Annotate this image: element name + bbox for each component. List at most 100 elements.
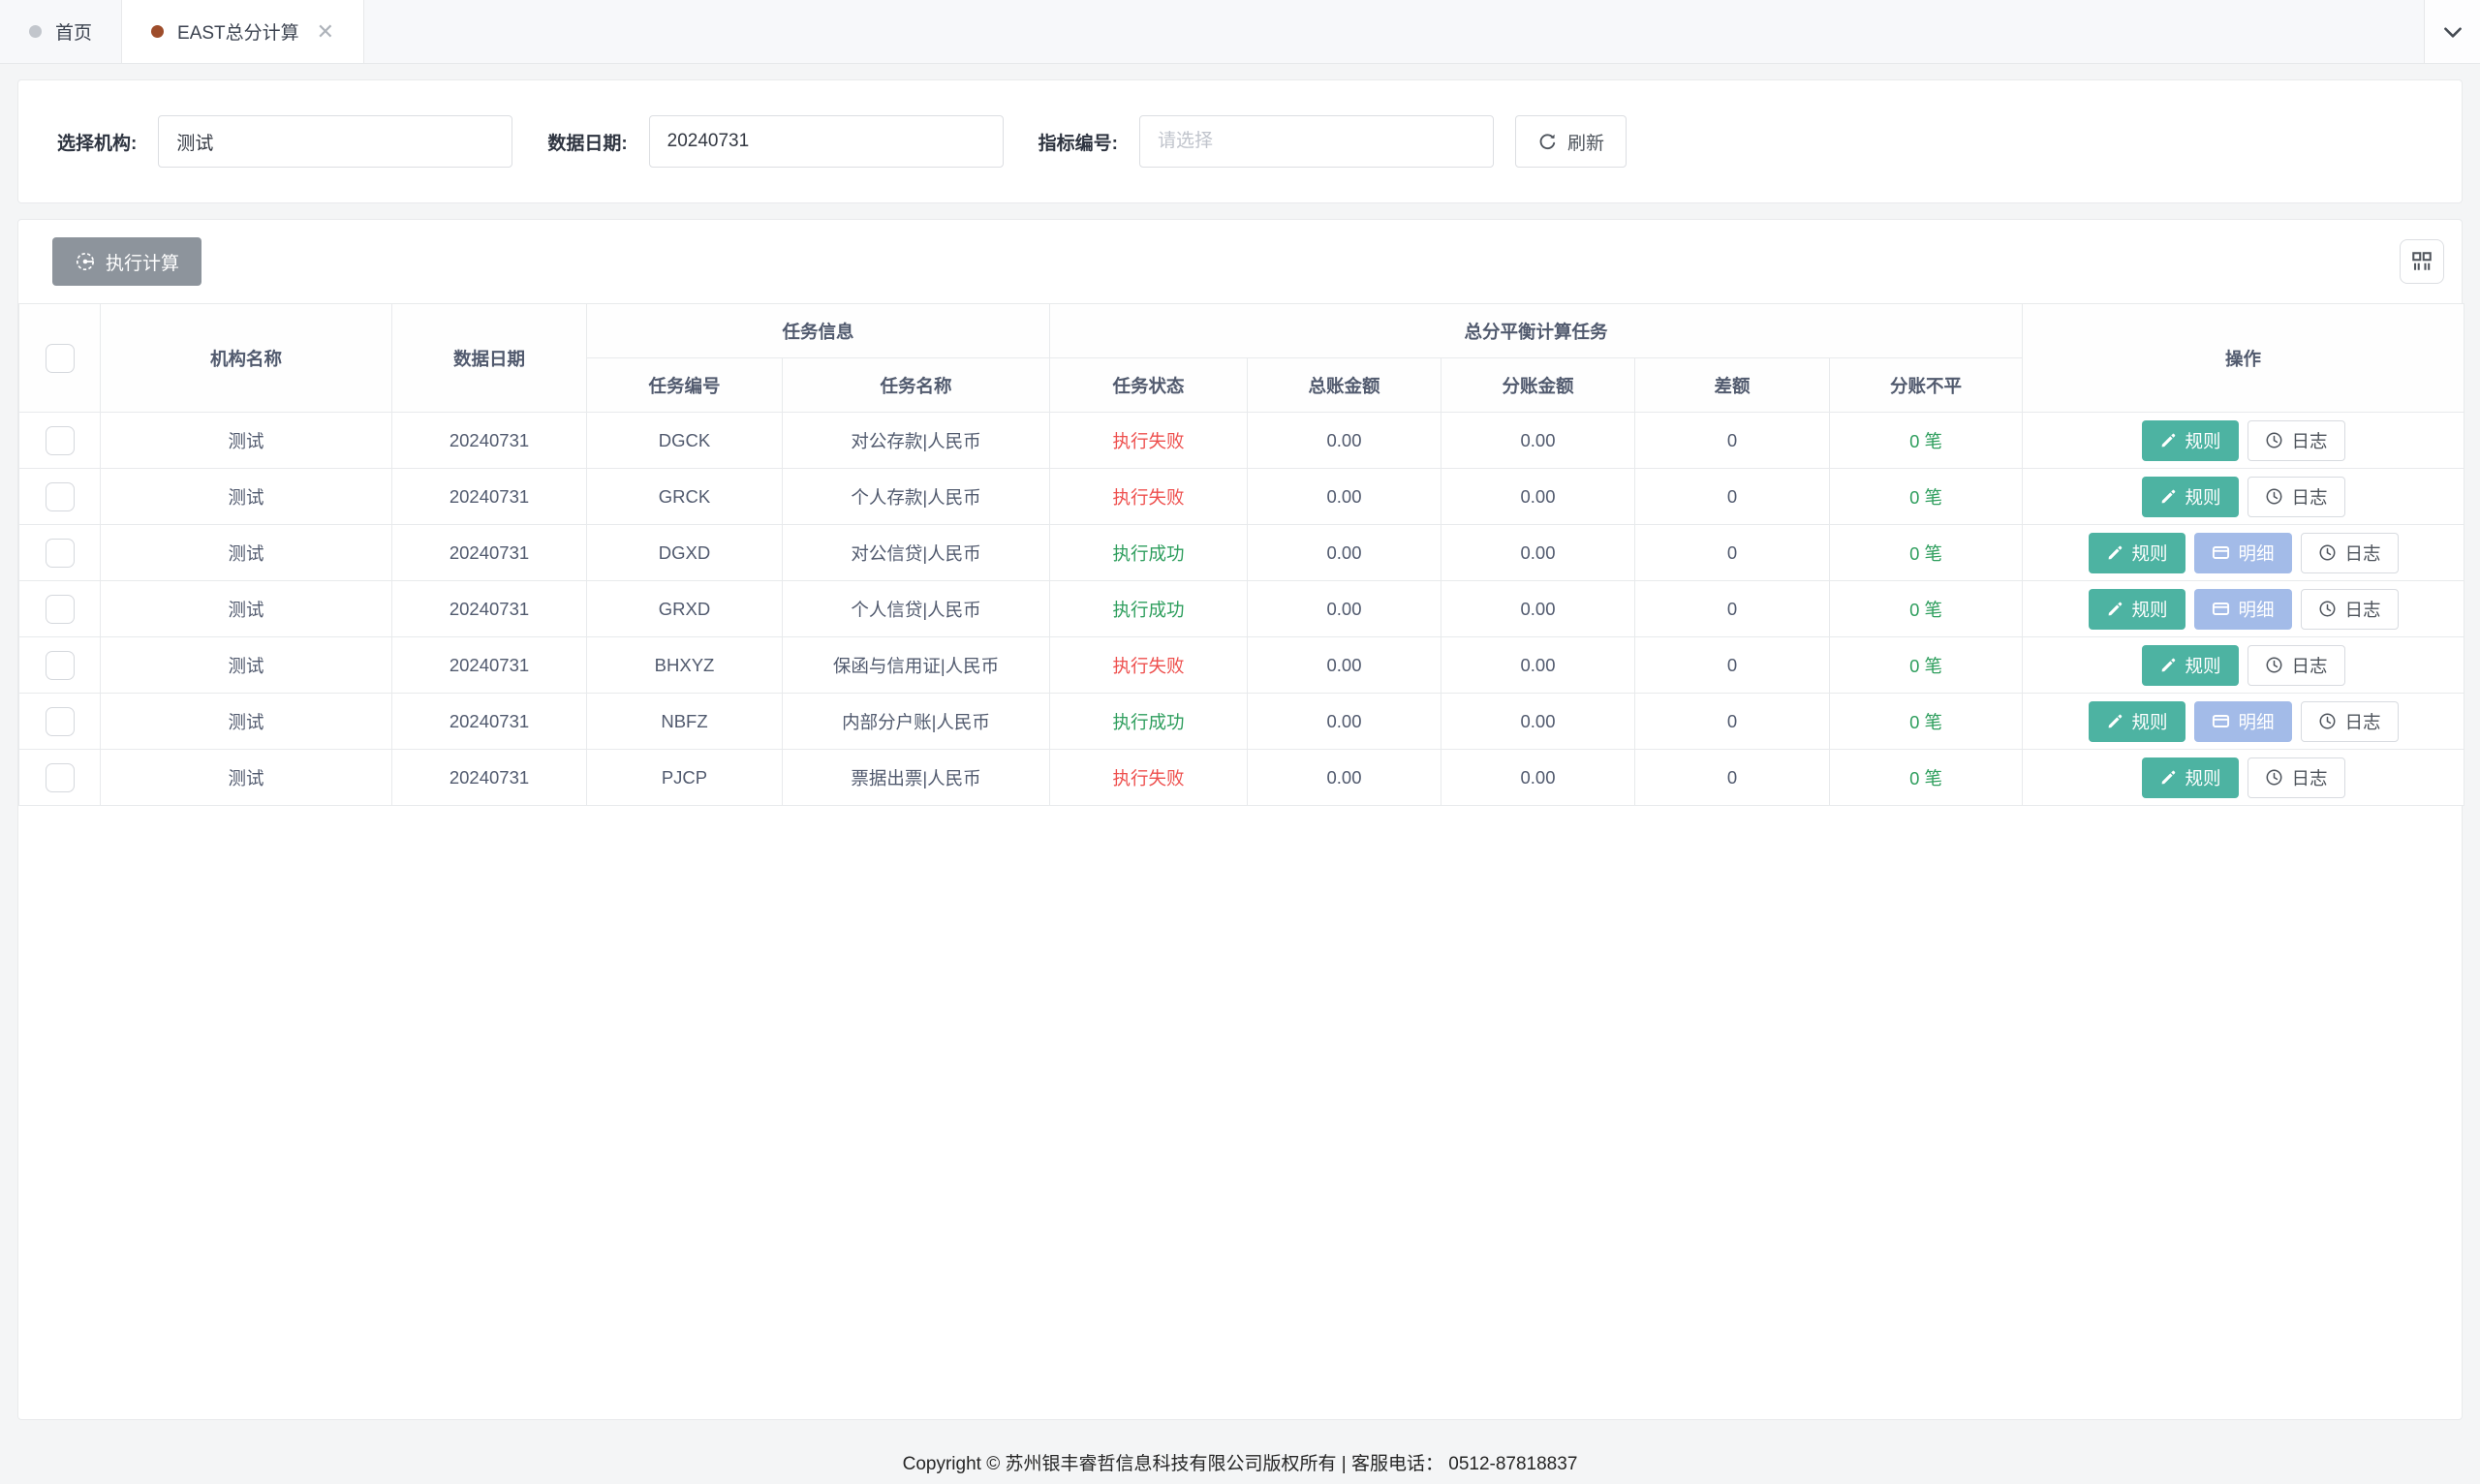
table-row: 测试 20240731 GRCK 个人存款|人民币 执行失败 0.00 0.00… bbox=[19, 469, 2464, 525]
indicator-label: 指标编号: bbox=[1038, 129, 1118, 155]
cell-org-name: 测试 bbox=[101, 413, 392, 469]
table-row: 测试 20240731 DGXD 对公信贷|人民币 执行成功 0.00 0.00… bbox=[19, 525, 2464, 581]
log-button[interactable]: 日志 bbox=[2301, 533, 2399, 573]
cell-diff: 0 bbox=[1635, 750, 1830, 806]
row-checkbox[interactable] bbox=[46, 482, 75, 511]
cell-org-name: 测试 bbox=[101, 750, 392, 806]
select-all-checkbox[interactable] bbox=[46, 344, 75, 373]
cell-diff: 0 bbox=[1635, 694, 1830, 750]
main-panel: 执行计算 机构名称 数据日期 任务信息 总分平衡计算任务 操作 bbox=[17, 219, 2463, 1420]
data-date-input[interactable] bbox=[649, 115, 1004, 168]
page-footer: Copyright © 苏州银丰睿哲信息科技有限公司版权所有 | 客服电话： 0… bbox=[0, 1449, 2480, 1475]
log-button[interactable]: 日志 bbox=[2248, 645, 2345, 686]
log-button-label: 日志 bbox=[2292, 484, 2328, 510]
cell-org-name: 测试 bbox=[101, 581, 392, 637]
column-settings-button[interactable] bbox=[2400, 239, 2444, 284]
cell-task-status: 执行失败 bbox=[1050, 469, 1248, 525]
cell-unbalanced-link[interactable]: 0 笔 bbox=[1830, 469, 2023, 525]
rule-button[interactable]: 规则 bbox=[2142, 420, 2239, 461]
rule-button[interactable]: 规则 bbox=[2089, 701, 2186, 742]
log-button-label: 日志 bbox=[2292, 765, 2328, 790]
cell-total-amount: 0.00 bbox=[1248, 694, 1442, 750]
row-checkbox[interactable] bbox=[46, 426, 75, 455]
cell-data-date: 20240731 bbox=[392, 581, 587, 637]
header-unbalanced: 分账不平 bbox=[1830, 358, 2023, 413]
cell-data-date: 20240731 bbox=[392, 637, 587, 694]
cell-actions: 规则 明细日志 bbox=[2023, 694, 2464, 750]
cell-branch-amount: 0.00 bbox=[1442, 525, 1635, 581]
clock-icon bbox=[2265, 487, 2283, 506]
header-task-name: 任务名称 bbox=[783, 358, 1050, 413]
table-header: 机构名称 数据日期 任务信息 总分平衡计算任务 操作 任务编号 任务名称 任务状… bbox=[19, 304, 2464, 413]
cell-diff: 0 bbox=[1635, 525, 1830, 581]
rule-button-label: 规则 bbox=[2186, 428, 2221, 453]
detail-button[interactable]: 明细 bbox=[2194, 589, 2292, 630]
pencil-icon bbox=[2106, 544, 2124, 562]
log-button[interactable]: 日志 bbox=[2248, 757, 2345, 798]
pencil-icon bbox=[2159, 488, 2177, 506]
cell-task-code: DGXD bbox=[587, 525, 783, 581]
cell-task-status: 执行成功 bbox=[1050, 581, 1248, 637]
row-checkbox[interactable] bbox=[46, 651, 75, 680]
cell-total-amount: 0.00 bbox=[1248, 637, 1442, 694]
close-icon[interactable]: ✕ bbox=[317, 21, 334, 43]
rule-button[interactable]: 规则 bbox=[2142, 757, 2239, 798]
cell-unbalanced-link[interactable]: 0 笔 bbox=[1830, 413, 2023, 469]
cell-unbalanced-link[interactable]: 0 笔 bbox=[1830, 581, 2023, 637]
cell-task-status: 执行成功 bbox=[1050, 525, 1248, 581]
log-button[interactable]: 日志 bbox=[2248, 477, 2345, 517]
tab-east-calc[interactable]: EAST总分计算 ✕ bbox=[122, 0, 364, 63]
cell-total-amount: 0.00 bbox=[1248, 581, 1442, 637]
cell-data-date: 20240731 bbox=[392, 413, 587, 469]
cell-total-amount: 0.00 bbox=[1248, 413, 1442, 469]
rule-button-label: 规则 bbox=[2132, 709, 2168, 734]
tab-menu-button[interactable] bbox=[2424, 0, 2480, 63]
tab-home[interactable]: 首页 bbox=[0, 0, 122, 63]
cell-task-status: 执行成功 bbox=[1050, 694, 1248, 750]
cell-org-name: 测试 bbox=[101, 694, 392, 750]
cell-task-name: 保函与信用证|人民币 bbox=[783, 637, 1050, 694]
rule-button[interactable]: 规则 bbox=[2089, 533, 2186, 573]
refresh-button[interactable]: 刷新 bbox=[1515, 115, 1627, 168]
cell-task-code: DGCK bbox=[587, 413, 783, 469]
rule-button[interactable]: 规则 bbox=[2089, 589, 2186, 630]
rule-button[interactable]: 规则 bbox=[2142, 477, 2239, 517]
row-checkbox[interactable] bbox=[46, 707, 75, 736]
indicator-select[interactable] bbox=[1139, 115, 1494, 168]
header-select-all bbox=[19, 304, 101, 413]
header-task-code: 任务编号 bbox=[587, 358, 783, 413]
cell-task-code: NBFZ bbox=[587, 694, 783, 750]
header-operation: 操作 bbox=[2023, 304, 2464, 413]
org-select-input[interactable] bbox=[158, 115, 512, 168]
cell-diff: 0 bbox=[1635, 637, 1830, 694]
rule-button-label: 规则 bbox=[2186, 765, 2221, 790]
detail-button[interactable]: 明细 bbox=[2194, 533, 2292, 573]
rule-button[interactable]: 规则 bbox=[2142, 645, 2239, 686]
log-button[interactable]: 日志 bbox=[2248, 420, 2345, 461]
cell-diff: 0 bbox=[1635, 469, 1830, 525]
table-row: 测试 20240731 GRXD 个人信贷|人民币 执行成功 0.00 0.00… bbox=[19, 581, 2464, 637]
detail-button[interactable]: 明细 bbox=[2194, 701, 2292, 742]
run-calculation-button[interactable]: 执行计算 bbox=[52, 237, 202, 286]
log-button-label: 日志 bbox=[2292, 653, 2328, 678]
cell-unbalanced-link[interactable]: 0 笔 bbox=[1830, 694, 2023, 750]
filter-bar: 选择机构: 数据日期: 指标编号: 刷新 bbox=[17, 79, 2463, 203]
log-button-label: 日志 bbox=[2345, 597, 2381, 622]
cell-org-name: 测试 bbox=[101, 637, 392, 694]
pencil-icon bbox=[2106, 601, 2124, 618]
tab-east-calc-label: EAST总分计算 bbox=[177, 18, 299, 45]
row-checkbox[interactable] bbox=[46, 539, 75, 568]
cell-unbalanced-link[interactable]: 0 笔 bbox=[1830, 750, 2023, 806]
cell-unbalanced-link[interactable]: 0 笔 bbox=[1830, 525, 2023, 581]
log-button[interactable]: 日志 bbox=[2301, 701, 2399, 742]
pencil-icon bbox=[2159, 769, 2177, 787]
row-checkbox[interactable] bbox=[46, 763, 75, 792]
cell-actions: 规则 日志 bbox=[2023, 413, 2464, 469]
rule-button-label: 规则 bbox=[2186, 484, 2221, 510]
cell-data-date: 20240731 bbox=[392, 469, 587, 525]
row-checkbox[interactable] bbox=[46, 595, 75, 624]
table-row: 测试 20240731 DGCK 对公存款|人民币 执行失败 0.00 0.00… bbox=[19, 413, 2464, 469]
clock-icon bbox=[2265, 431, 2283, 449]
log-button[interactable]: 日志 bbox=[2301, 589, 2399, 630]
cell-unbalanced-link[interactable]: 0 笔 bbox=[1830, 637, 2023, 694]
